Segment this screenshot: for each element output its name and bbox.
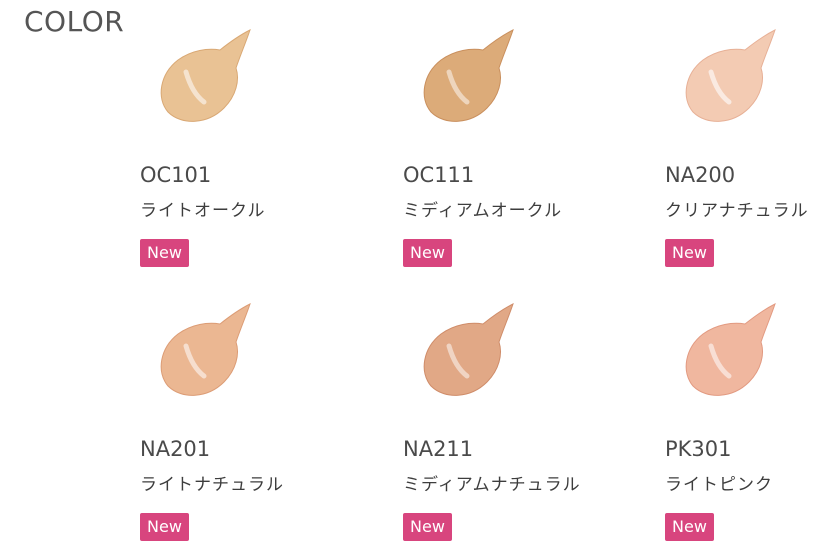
swatch-drop-body xyxy=(423,29,514,122)
shade-code: OC111 xyxy=(403,163,475,187)
swatch-drop-body xyxy=(160,29,251,122)
swatch-drop-image xyxy=(160,303,251,396)
swatch-drop-image xyxy=(423,29,514,122)
new-badge: New xyxy=(403,513,452,541)
swatch-drop-image xyxy=(423,303,514,396)
new-badge: New xyxy=(140,513,189,541)
new-badge: New xyxy=(140,239,189,267)
shade-name: ライトオークル xyxy=(140,201,266,221)
shade-code: NA200 xyxy=(665,163,736,187)
shade-code: PK301 xyxy=(665,437,732,461)
new-badge: New xyxy=(665,239,714,267)
shade-name: ライトピンク xyxy=(665,475,773,495)
swatch-drop-body xyxy=(685,29,776,122)
swatch-drop-image xyxy=(685,303,776,396)
swatch-drop-image xyxy=(685,29,776,122)
shade-name: ライトナチュラル xyxy=(140,475,284,495)
shade-code: OC101 xyxy=(140,163,212,187)
shade-code: NA201 xyxy=(140,437,211,461)
swatch-drop-body xyxy=(685,303,776,396)
section-title: COLOR xyxy=(24,5,125,38)
shade-code: NA211 xyxy=(403,437,474,461)
new-badge: New xyxy=(665,513,714,541)
shade-name: ミディアムオークル xyxy=(403,201,563,221)
shade-name: ミディアムナチュラル xyxy=(403,475,581,495)
swatch-drop-image xyxy=(160,29,251,122)
new-badge: New xyxy=(403,239,452,267)
shade-name: クリアナチュラル xyxy=(665,201,809,221)
swatch-drop-body xyxy=(160,303,251,396)
swatch-drop-body xyxy=(423,303,514,396)
